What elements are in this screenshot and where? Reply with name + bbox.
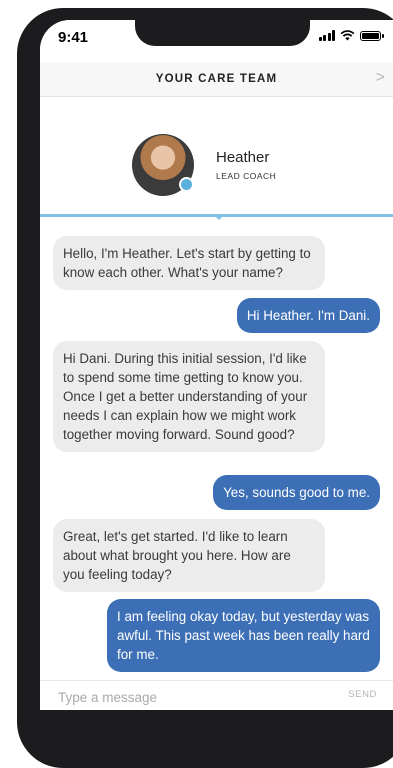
chevron-right-icon[interactable]: > — [376, 69, 385, 87]
status-bar: 9:41 — [40, 20, 393, 60]
message-bubble-user: Hi Heather. I'm Dani. — [236, 298, 380, 333]
coach-name: Heather — [216, 149, 270, 166]
send-button[interactable]: SEND — [348, 689, 377, 700]
online-status-icon — [179, 177, 194, 192]
message-bubble-coach: Great, let's get started. I'd like to le… — [53, 519, 325, 592]
message-bubble-coach: Hi Dani. During this initial session, I'… — [53, 341, 325, 452]
battery-icon — [360, 30, 384, 41]
message-list[interactable]: Hello, I'm Heather. Let's start by getti… — [40, 220, 393, 680]
status-icons — [318, 30, 384, 41]
status-time: 9:41 — [58, 29, 89, 46]
wifi-icon — [340, 30, 355, 41]
message-bubble-user: I am feeling okay today, but yesterday w… — [107, 599, 380, 672]
header-title: YOUR CARE TEAM — [155, 73, 278, 85]
avatar[interactable] — [132, 134, 194, 196]
signal-icon — [318, 30, 335, 41]
coach-role: LEAD COACH — [216, 171, 277, 181]
message-input[interactable] — [46, 684, 330, 710]
app-screen: 9:41 YOUR CARE TEAM > Heather LEAD COACH… — [40, 20, 393, 710]
device-notch — [135, 20, 310, 46]
message-bubble-user: Yes, sounds good to me. — [213, 475, 380, 510]
coach-profile[interactable]: Heather LEAD COACH — [40, 97, 393, 214]
care-team-header[interactable]: YOUR CARE TEAM > — [40, 62, 393, 97]
message-composer: SEND — [40, 680, 393, 710]
message-bubble-coach: Hello, I'm Heather. Let's start by getti… — [53, 236, 325, 290]
